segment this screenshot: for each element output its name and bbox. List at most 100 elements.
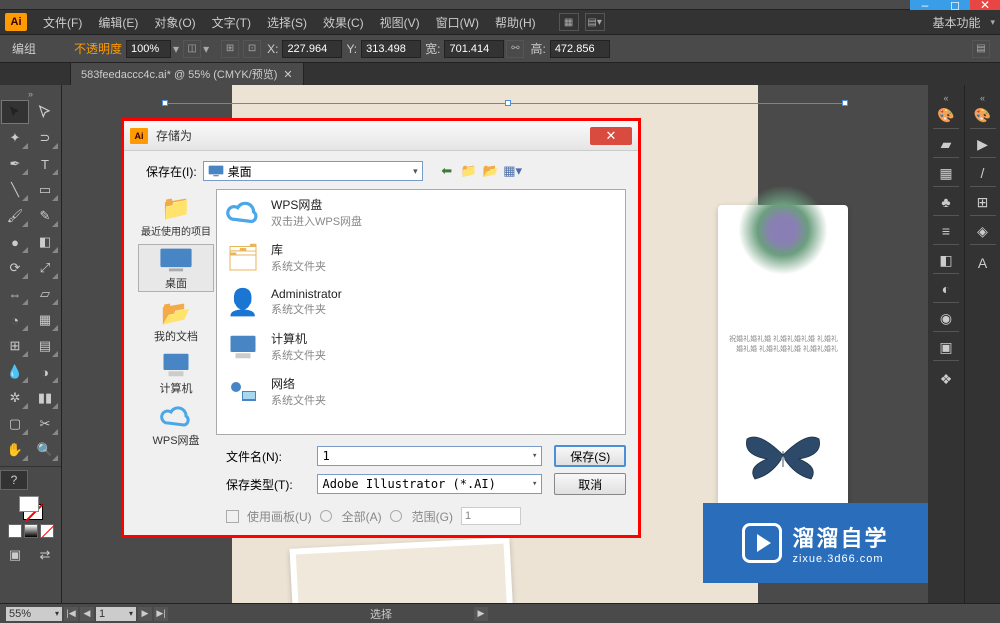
rectangle-tool[interactable]: ▭: [31, 178, 59, 202]
file-item-library[interactable]: 🗂 库系统文件夹: [217, 235, 625, 280]
opacity-label[interactable]: 不透明度: [74, 40, 122, 57]
char-panel-icon[interactable]: ◈: [970, 223, 996, 245]
column-graph-tool[interactable]: ▮▮: [31, 386, 59, 410]
bridge-icon[interactable]: ▦: [559, 13, 579, 31]
zoom-combo[interactable]: 55%▾: [6, 607, 62, 621]
pencil-tool[interactable]: ✎: [31, 204, 59, 228]
save-button[interactable]: 保存(S): [554, 445, 626, 467]
hand-tool[interactable]: ✋: [1, 438, 29, 462]
menu-view[interactable]: 视图(V): [372, 14, 428, 31]
place-documents[interactable]: 📂 我的文档: [138, 298, 214, 344]
all-radio[interactable]: [320, 510, 332, 522]
stroke-panel-icon[interactable]: ≡: [933, 223, 959, 245]
eyedropper-tool[interactable]: 💧: [1, 360, 29, 384]
layers-panel-icon[interactable]: ❖: [933, 368, 959, 390]
rotate-tool[interactable]: ⟳: [1, 256, 29, 280]
file-item-wps[interactable]: WPS网盘双击进入WPS网盘: [217, 190, 625, 235]
scale-tool[interactable]: ⤢: [31, 256, 59, 280]
fill-swatch[interactable]: [19, 496, 39, 512]
screen-mode-toggle[interactable]: ⇄: [31, 543, 59, 567]
place-computer[interactable]: 计算机: [138, 350, 214, 396]
use-artboards-checkbox[interactable]: [226, 510, 239, 523]
tools-grip[interactable]: »: [0, 89, 61, 99]
file-list[interactable]: WPS网盘双击进入WPS网盘 🗂 库系统文件夹 👤 Administrator系…: [216, 189, 626, 435]
eraser-tool[interactable]: ◧: [31, 230, 59, 254]
panel-collapse-icon-2[interactable]: «: [980, 93, 985, 103]
file-item-network[interactable]: 网络系统文件夹: [217, 369, 625, 414]
screen-mode-normal[interactable]: ▣: [1, 543, 29, 567]
symbol-sprayer-tool[interactable]: ✲: [1, 386, 29, 410]
opacity-input[interactable]: [126, 40, 171, 58]
lasso-tool[interactable]: ⊃: [31, 126, 59, 150]
nav-viewmenu-icon[interactable]: ▦▾: [503, 162, 523, 180]
brushes-panel-icon[interactable]: ▦: [933, 165, 959, 187]
menu-help[interactable]: 帮助(H): [487, 14, 544, 31]
save-in-combo[interactable]: 桌面 ▾: [203, 161, 423, 181]
document-tab-close[interactable]: ✕: [283, 68, 292, 81]
symbols-panel-icon[interactable]: ♣: [933, 194, 959, 216]
chevron-down-icon[interactable]: ▾: [532, 451, 537, 461]
align-icon[interactable]: ⊞: [221, 40, 239, 58]
width-tool[interactable]: ⇔: [1, 282, 29, 306]
dialog-close-button[interactable]: ✕: [590, 127, 632, 145]
perspective-tool[interactable]: ▦: [31, 308, 59, 332]
arrange-docs-icon[interactable]: ▤▾: [585, 13, 605, 31]
line-tool[interactable]: ╲: [1, 178, 29, 202]
nav-back-icon[interactable]: ⬅: [437, 162, 457, 180]
transparency-panel-icon[interactable]: ◐: [933, 281, 959, 303]
control-menu-icon[interactable]: ▤: [972, 40, 990, 58]
color-mode-gradient[interactable]: [24, 524, 38, 538]
pen-tool[interactable]: ✒: [1, 152, 29, 176]
file-item-computer[interactable]: 计算机系统文件夹: [217, 324, 625, 369]
artboard-number[interactable]: 1▾: [96, 607, 136, 621]
artboard-next-button[interactable]: ▶: [138, 607, 152, 621]
nav-up-icon[interactable]: 📁: [459, 162, 479, 180]
h-input[interactable]: [550, 40, 610, 58]
file-item-admin[interactable]: 👤 Administrator系统文件夹: [217, 280, 625, 324]
window-maximize-button[interactable]: ◻: [940, 0, 970, 10]
menu-file[interactable]: 文件(F): [35, 14, 90, 31]
y-input[interactable]: [361, 40, 421, 58]
artboard-last-button[interactable]: ▶|: [154, 607, 168, 621]
color-guide-panel-icon[interactable]: 🎨: [970, 107, 996, 129]
direct-selection-tool[interactable]: [31, 100, 59, 124]
nav-newfolder-icon[interactable]: 📂: [481, 162, 501, 180]
swatches-panel-icon[interactable]: ▰: [933, 136, 959, 158]
graphic-styles-panel-icon[interactable]: ▣: [933, 339, 959, 361]
menu-window[interactable]: 窗口(W): [428, 14, 487, 31]
artboard-first-button[interactable]: |◀: [64, 607, 78, 621]
slice-tool[interactable]: ✂: [31, 412, 59, 436]
color-mode-none[interactable]: [40, 524, 54, 538]
window-close-button[interactable]: ✕: [970, 0, 1000, 10]
workspace-switcher[interactable]: 基本功能: [932, 14, 980, 31]
range-radio[interactable]: [390, 510, 402, 522]
menu-object[interactable]: 对象(O): [146, 14, 203, 31]
color-panel-icon[interactable]: 🎨: [933, 107, 959, 129]
para-panel-icon[interactable]: A: [970, 252, 996, 274]
menu-effect[interactable]: 效果(C): [315, 14, 372, 31]
artboard-prev-button[interactable]: ◀: [80, 607, 94, 621]
zoom-tool[interactable]: 🔍: [31, 438, 59, 462]
transform-anchor[interactable]: ⊡: [243, 40, 261, 58]
magic-wand-tool[interactable]: ✦: [1, 126, 29, 150]
artboard-tool[interactable]: ▢: [1, 412, 29, 436]
filetype-combo[interactable]: Adobe Illustrator (*.AI) ▾: [317, 474, 542, 494]
menu-edit[interactable]: 编辑(E): [90, 14, 146, 31]
mesh-tool[interactable]: ⊞: [1, 334, 29, 358]
w-input[interactable]: [444, 40, 504, 58]
dialog-titlebar[interactable]: Ai 存储为 ✕: [124, 121, 638, 151]
range-input[interactable]: [461, 507, 521, 525]
filename-input[interactable]: ▾: [317, 446, 542, 466]
transform-panel-icon[interactable]: ⊞: [970, 194, 996, 216]
shape-builder-tool[interactable]: ◔: [1, 308, 29, 332]
window-minimize-button[interactable]: –: [910, 0, 940, 10]
x-input[interactable]: [282, 40, 342, 58]
place-recent[interactable]: 📁 最近使用的项目: [138, 193, 214, 238]
gradient-tool[interactable]: ▤: [31, 334, 59, 358]
selection-tool[interactable]: [1, 100, 29, 124]
menu-select[interactable]: 选择(S): [259, 14, 315, 31]
free-transform-tool[interactable]: ▱: [31, 282, 59, 306]
menu-type[interactable]: 文字(T): [204, 14, 259, 31]
chevron-down-icon[interactable]: ▾: [532, 479, 537, 489]
status-play-button[interactable]: ▶: [474, 607, 488, 621]
